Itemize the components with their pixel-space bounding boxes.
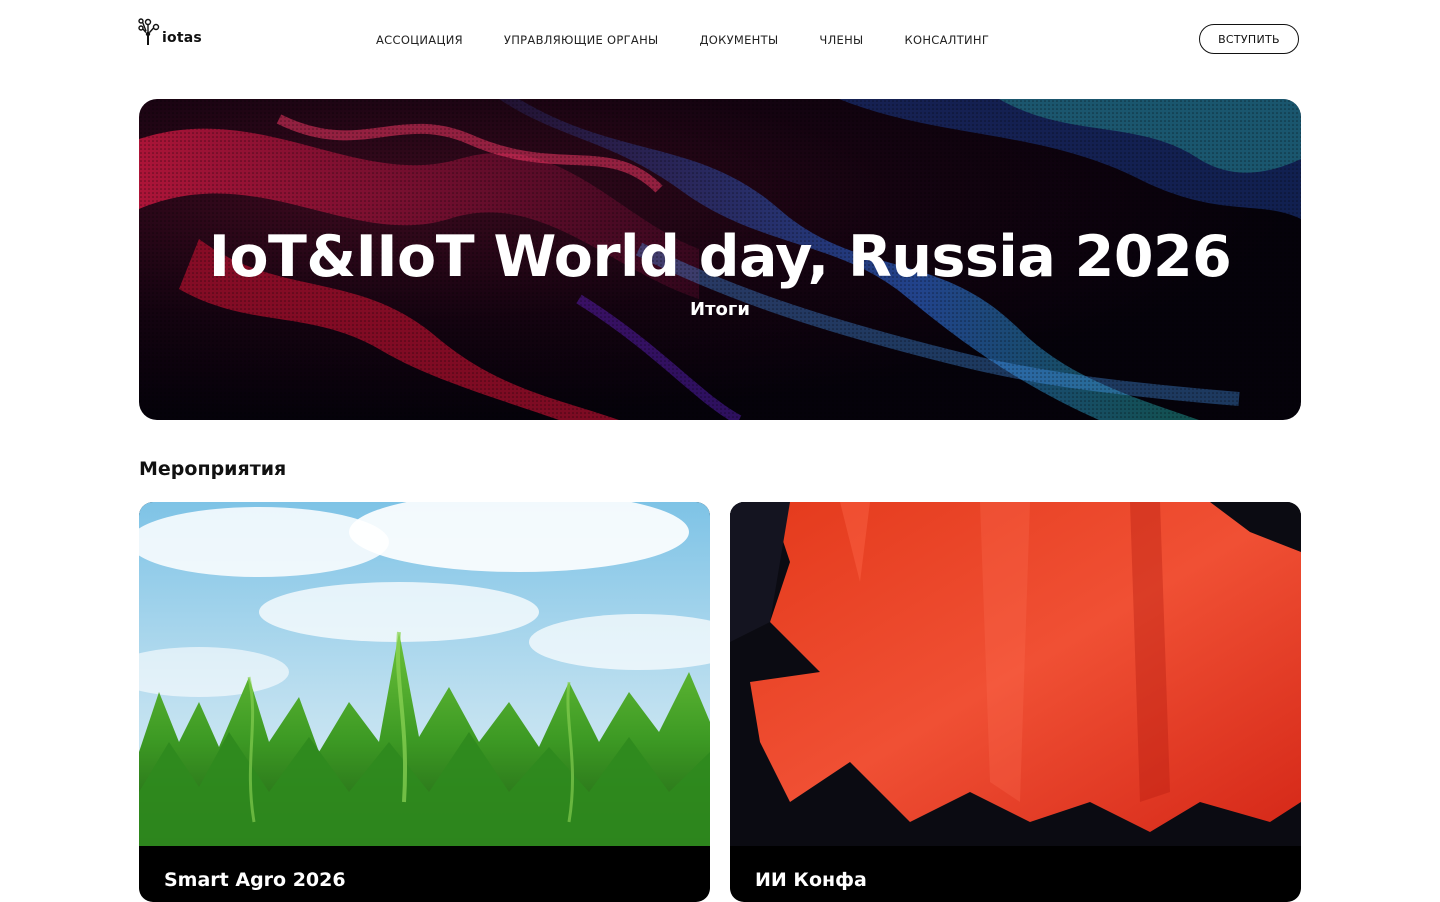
site-header: iotas АССОЦИАЦИЯ УПРАВЛЯЮЩИЕ ОРГАНЫ ДОКУ… bbox=[0, 0, 1440, 80]
logo[interactable]: iotas bbox=[138, 18, 202, 46]
nav-item-governing-bodies[interactable]: УПРАВЛЯЮЩИЕ ОРГАНЫ bbox=[504, 33, 659, 47]
event-card-smart-agro[interactable]: Smart Agro 2026 bbox=[139, 502, 710, 902]
nav-item-association[interactable]: АССОЦИАЦИЯ bbox=[376, 33, 463, 47]
hero-banner[interactable]: IoT&IIoT World day, Russia 2026 Итоги bbox=[139, 99, 1301, 420]
abstract-red-image bbox=[730, 502, 1301, 846]
join-button[interactable]: ВСТУПИТЬ bbox=[1199, 24, 1299, 54]
main-nav: АССОЦИАЦИЯ УПРАВЛЯЮЩИЕ ОРГАНЫ ДОКУМЕНТЫ … bbox=[376, 33, 1030, 47]
event-card-title: Smart Agro 2026 bbox=[164, 869, 346, 891]
hero-subtitle: Итоги bbox=[690, 299, 750, 320]
nav-item-members[interactable]: ЧЛЕНЫ bbox=[819, 33, 863, 47]
logo-text: iotas bbox=[162, 30, 202, 46]
event-card-ai-conf[interactable]: ИИ Конфа bbox=[730, 502, 1301, 902]
nav-item-consulting[interactable]: КОНСАЛТИНГ bbox=[905, 33, 990, 47]
event-card-title: ИИ Конфа bbox=[755, 869, 867, 891]
corn-field-image bbox=[139, 502, 710, 846]
nav-item-documents[interactable]: ДОКУМЕНТЫ bbox=[699, 33, 778, 47]
molecule-icon bbox=[138, 18, 160, 45]
section-title-events: Мероприятия bbox=[139, 458, 287, 480]
hero-title: IoT&IIoT World day, Russia 2026 bbox=[208, 224, 1232, 290]
